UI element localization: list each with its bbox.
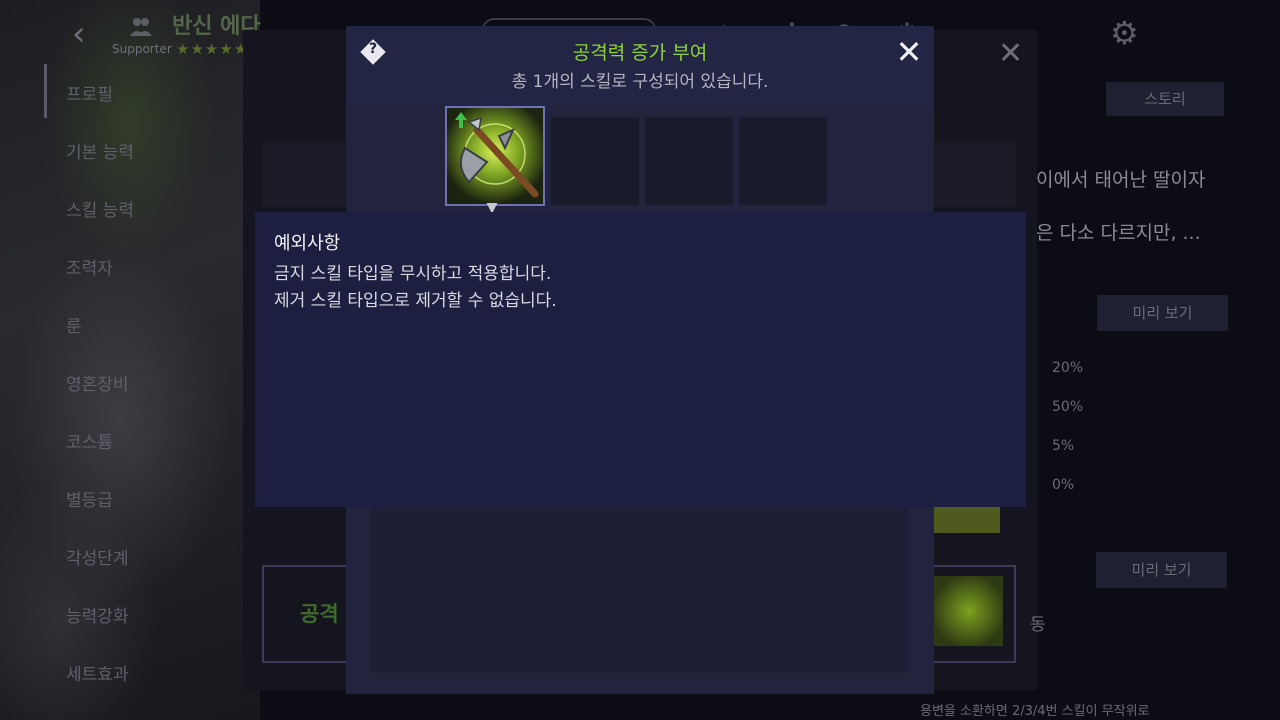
skill-thumb (934, 505, 1000, 533)
stat-value: 20% (1052, 360, 1084, 376)
skill-slot-empty (739, 117, 827, 205)
skill-side-text: 동 (1030, 615, 1046, 635)
preview-button[interactable]: 미리 보기 (1097, 295, 1228, 331)
tooltip-line: 금지 스킬 타입을 무시하고 적용합니다. (274, 264, 552, 284)
exception-tooltip (255, 212, 1026, 507)
preview-button[interactable]: 미리 보기 (1096, 552, 1227, 588)
sidebar-item-awakening[interactable]: 각성단계 (66, 544, 129, 569)
supporter-label: Supporter (112, 42, 172, 56)
tooltip-title: 예외사항 (274, 233, 341, 254)
story-text-line: 은 다소 다르지만, ... (1036, 222, 1201, 244)
stat-value: 0% (1052, 477, 1075, 493)
skill-description: 용변을 소환하면 2/3/4번 스킬이 무작위로 (920, 704, 1150, 719)
back-button[interactable]: ‹ (72, 14, 102, 54)
sidebar-item-profile[interactable]: 프로필 (66, 80, 113, 105)
dialog-content-area (370, 505, 908, 673)
sidebar-item-basic-stats[interactable]: 기본 능력 (66, 138, 134, 163)
story-button[interactable]: 스토리 (1106, 82, 1224, 116)
panel-slot (934, 143, 1016, 207)
close-icon[interactable]: ✕ (894, 36, 924, 68)
sidebar-item-enhancement[interactable]: 능력강화 (66, 602, 129, 627)
dialog-title: 공격력 증가 부여 (572, 42, 708, 64)
star-rating: ★★★★★ (176, 40, 249, 58)
sidebar-item-skills[interactable]: 스킬 능력 (66, 196, 134, 221)
panel-close-button[interactable]: ✕ (998, 38, 1026, 70)
axe-skill-icon (447, 108, 543, 204)
supporter-icon (128, 14, 154, 40)
sidebar-item-soul-gear[interactable]: 영혼장비 (66, 370, 129, 395)
sidebar-menu: 프로필 기본 능력 스킬 능력 조력자 룬 영혼장비 코스튬 별등급 각성단계 … (44, 60, 244, 720)
sidebar-item-star-grade[interactable]: 별등급 (66, 486, 113, 511)
skill-slot-empty (551, 117, 639, 205)
sidebar-item-costume[interactable]: 코스튬 (66, 428, 113, 453)
skill-slot-empty (645, 117, 733, 205)
tooltip-line: 제거 스킬 타입으로 제거할 수 없습니다. (274, 291, 557, 311)
stat-value: 50% (1052, 399, 1084, 415)
panel-slot (262, 143, 348, 207)
dialog-subtitle: 총 1개의 스킬로 구성되어 있습니다. (511, 72, 769, 92)
sidebar-active-indicator (44, 64, 47, 118)
skill-card-label: 공격 (300, 602, 339, 626)
gear-icon[interactable]: ⚙ (1110, 14, 1150, 54)
sidebar-item-rune[interactable]: 룬 (66, 312, 82, 337)
story-text-line: 이에서 태어난 딸이자 (1036, 169, 1206, 191)
sidebar-item-supporter[interactable]: 조력자 (66, 254, 113, 279)
stat-value: 5% (1052, 438, 1075, 454)
axe-skill-thumb (929, 576, 1003, 646)
sidebar-item-set-effect[interactable]: 세트효과 (66, 660, 129, 685)
